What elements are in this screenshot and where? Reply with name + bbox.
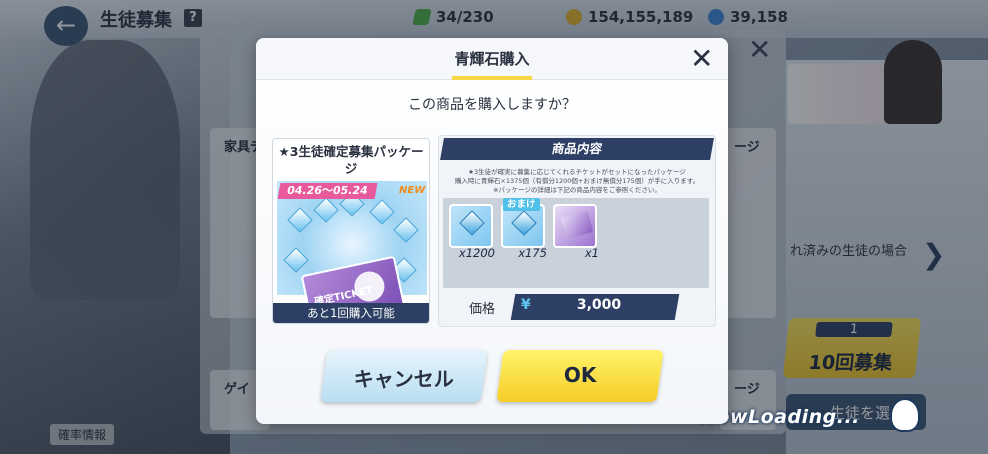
contents-panel: 商品内容 ★3生徒が確実に募集に応じてくれるチケットがセットになったパッケージ …	[438, 135, 716, 327]
purchase-dialog: 青輝石購入 ✕ この商品を購入しますか？ ★3生徒確定募集パッケージ 確定TIC…	[256, 38, 728, 424]
price-label: 価格	[469, 302, 496, 317]
item-pyroxene[interactable]: x1200	[449, 204, 495, 260]
contents-header: 商品内容	[440, 138, 714, 160]
dialog-title: 青輝石購入	[454, 50, 530, 68]
crystal-icon	[393, 217, 419, 243]
pyroxene-icon	[459, 210, 485, 236]
product-name: ★3生徒確定募集パッケージ	[278, 144, 424, 176]
items-area: x1200 x175 おまけ x1	[443, 198, 709, 288]
date-badge: 04.26～05.24	[277, 183, 378, 199]
ok-button[interactable]: OK	[496, 350, 664, 402]
cancel-label: キャンセル	[353, 367, 454, 391]
bonus-tag: おまけ	[503, 198, 540, 211]
purchase-question: この商品を購入しますか？	[408, 97, 576, 113]
new-badge: NEW	[399, 185, 426, 196]
crystal-icon	[287, 207, 313, 233]
cancel-button[interactable]: キャンセル	[320, 350, 488, 402]
item-qty: x1200	[458, 246, 495, 260]
item-recruit-ticket[interactable]: x1	[553, 204, 599, 260]
desc-line: ★3生徒が確実に募集に応じてくれるチケットがセットになったパッケージ	[468, 168, 686, 176]
title-underline	[452, 76, 532, 80]
close-icon[interactable]: ✕	[690, 42, 713, 76]
contents-description: ★3生徒が確実に募集に応じてくれるチケットがセットになったパッケージ 購入時に青…	[439, 168, 715, 195]
ok-label: OK	[563, 363, 597, 387]
item-qty: x175	[518, 246, 547, 260]
desc-line: 購入時に青輝石×1375個（有償分1200個+おまけ無償分175個）が手に入りま…	[454, 177, 700, 185]
recruit-ticket-icon	[560, 210, 594, 240]
loading-mascot-icon	[890, 398, 920, 432]
close-icon[interactable]: ✕	[748, 36, 771, 64]
crystal-icon	[283, 247, 309, 273]
product-card: ★3生徒確定募集パッケージ 確定TICKET 04.26～05.24 NEW あ…	[272, 138, 430, 324]
remaining-purchases: あと1回購入可能	[273, 303, 429, 323]
item-qty: x1	[584, 246, 599, 260]
currency-symbol: ¥	[521, 297, 531, 313]
pyroxene-icon	[511, 210, 537, 236]
crystal-icon	[313, 197, 339, 223]
crystal-icon	[369, 199, 395, 225]
price-value: 3,000	[576, 297, 622, 313]
desc-line: ※パッケージの詳細は下記の商品内容をご参照ください。	[493, 186, 661, 194]
